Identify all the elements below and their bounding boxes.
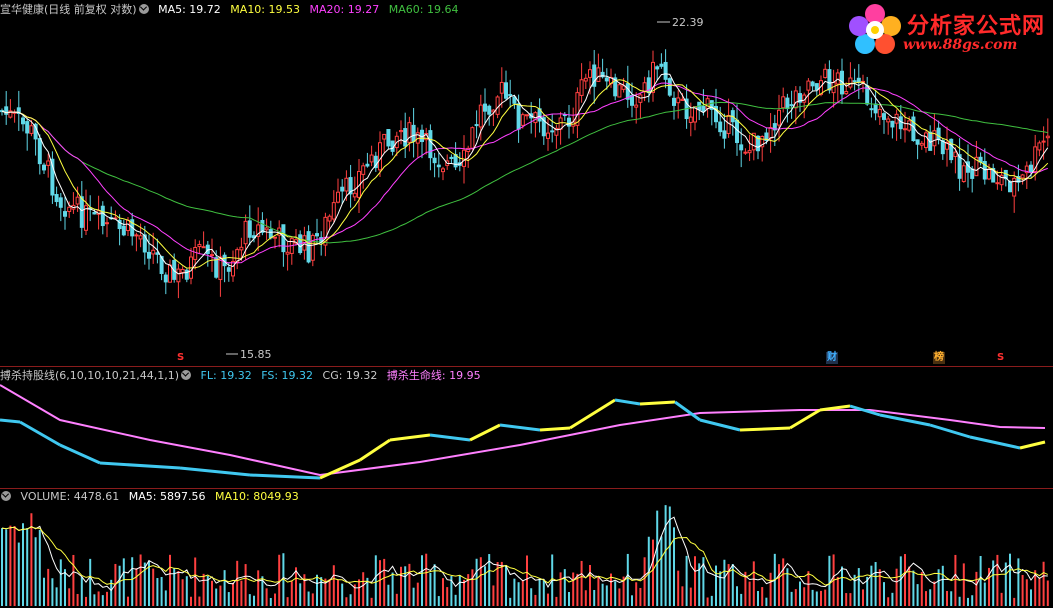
sell-marker[interactable]: S (176, 352, 185, 364)
indicator-title[interactable]: 搏杀持股线(6,10,10,10,21,44,1,1) (0, 369, 179, 382)
logo-title: 分析家公式网 (907, 14, 1046, 39)
ma10-value: MA10: 19.53 (230, 3, 301, 16)
fl-value: FL: 19.32 (200, 369, 252, 382)
volume-ma5-value: MA5: 5897.56 (128, 490, 206, 503)
fs-value: FS: 19.32 (261, 369, 314, 382)
ma5-line (1, 73, 1049, 275)
cg-value: CG: 19.32 (322, 369, 378, 382)
logo: 分析家公式网 www.88gs.com (847, 2, 1047, 58)
volume-value: VOLUME: 4478.61 (20, 490, 120, 503)
low-price-label: 15.85 (240, 348, 272, 361)
pane-divider (0, 366, 1053, 367)
life-line (0, 384, 1046, 477)
ma10-line (1, 79, 1049, 269)
logo-url: www.88gs.com (903, 37, 1018, 53)
high-price-label: 22.39 (672, 16, 704, 29)
finance-marker[interactable]: 财 (826, 352, 838, 364)
ma20-value: MA20: 19.27 (309, 3, 380, 16)
dropdown-icon[interactable] (1, 491, 11, 501)
volume-ma10-value: MA10: 8049.93 (214, 490, 299, 503)
volume-bars (1, 505, 1049, 606)
candlestick-layer (0, 49, 1050, 299)
volume-ma5-line (1, 516, 1048, 592)
ma5-value: MA5: 19.72 (158, 3, 221, 16)
stock-chart-canvas[interactable] (0, 0, 1053, 608)
volume-ma10-line (1, 526, 1048, 586)
life-value: 搏杀生命线: 19.95 (386, 369, 481, 382)
stock-title[interactable]: 宣华健康(日线 前复权 对数) (0, 3, 137, 16)
volume-header: VOLUME: 4478.61 MA5: 5897.56 MA10: 8049.… (0, 489, 305, 505)
sell-marker[interactable]: S (996, 352, 1005, 364)
ranking-marker[interactable]: 榜 (933, 352, 945, 364)
ma60-value: MA60: 19.64 (388, 3, 459, 16)
dropdown-icon[interactable] (138, 4, 149, 14)
main-chart-header: 宣华健康(日线 前复权 对数) MA5: 19.72 MA10: 19.53 M… (0, 2, 464, 18)
flower-logo-icon (849, 4, 901, 54)
dropdown-icon[interactable] (181, 370, 192, 380)
indicator-header: 搏杀持股线(6,10,10,10,21,44,1,1) FL: 19.32 FS… (0, 368, 487, 384)
